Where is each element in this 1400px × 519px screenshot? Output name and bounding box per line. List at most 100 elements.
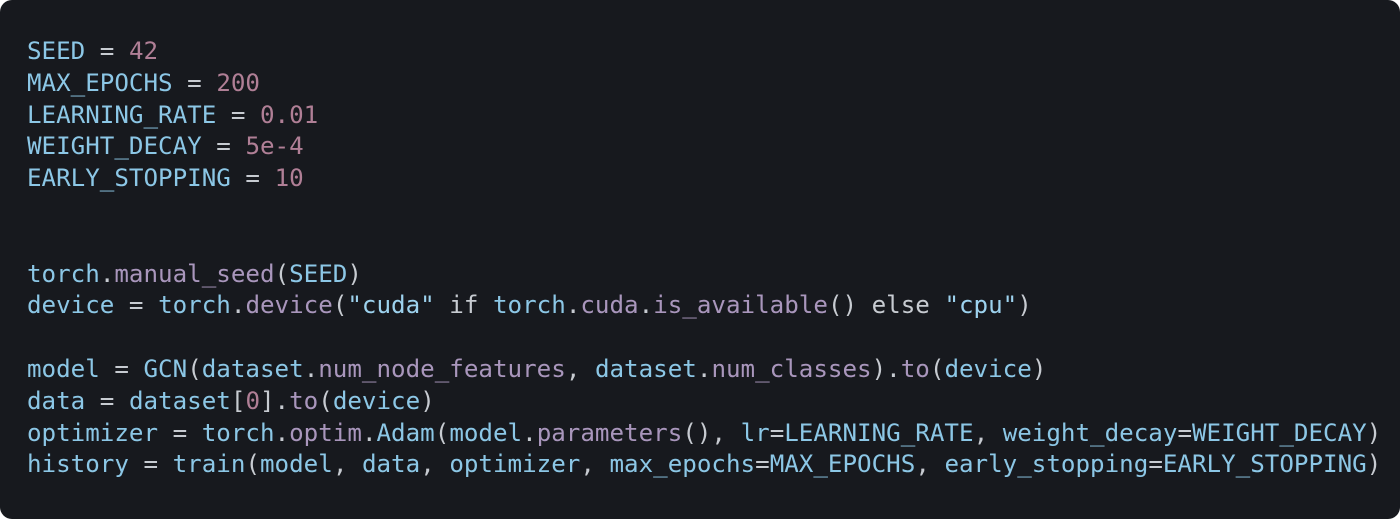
- code-token: torch: [158, 291, 231, 320]
- code-token: =: [230, 164, 275, 193]
- code-line: LEARNING_RATE = 0.01: [27, 100, 1381, 132]
- code-token: =: [1148, 450, 1163, 479]
- code-token: model: [449, 418, 523, 447]
- code-token: device: [944, 354, 1032, 383]
- code-token: parameters: [536, 418, 683, 447]
- code-token: torch: [201, 418, 275, 447]
- code-token: .: [696, 354, 712, 383]
- code-token: max_epochs: [609, 450, 756, 479]
- code-line: data = dataset[0].to(device): [27, 386, 1381, 418]
- code-token: 0.01: [260, 100, 319, 129]
- code-token: EARLY_STOPPING: [1162, 450, 1367, 479]
- code-token: SEED: [27, 37, 86, 65]
- code-token: device: [27, 291, 115, 320]
- code-line: SEED = 42: [27, 36, 1381, 68]
- code-token: (: [434, 418, 450, 447]
- code-token: =: [128, 450, 173, 479]
- code-token: =: [85, 37, 129, 65]
- code-token: device: [332, 386, 421, 415]
- code-token: "cpu": [944, 291, 1018, 320]
- code-line: optimizer = torch.optim.Adam(model.param…: [27, 418, 1381, 450]
- code-token: SEED: [289, 259, 348, 288]
- code-token: to: [289, 386, 319, 415]
- code-token: ): [347, 259, 362, 288]
- code-token: weight_decay: [1002, 418, 1178, 447]
- code-line: EARLY_STOPPING = 10: [27, 163, 1381, 195]
- code-token: dataset: [594, 354, 697, 383]
- code-token: data: [27, 386, 86, 415]
- code-token: (: [332, 291, 348, 320]
- code-token: .: [303, 354, 319, 383]
- code-token: torch: [27, 259, 100, 288]
- code-token: LEARNING_RATE: [784, 418, 974, 447]
- code-token: optimizer: [27, 418, 159, 447]
- code-token: device: [245, 291, 333, 320]
- code-token: 200: [216, 68, 260, 97]
- code-token: MAX_EPOCHS: [27, 68, 173, 97]
- code-token: .: [638, 291, 654, 320]
- code-token: WEIGHT_DECAY: [27, 132, 202, 161]
- code-token: ): [1366, 450, 1382, 479]
- code-token: num_node_features: [318, 354, 566, 383]
- code-token: .: [522, 418, 537, 447]
- code-token: is_available: [653, 291, 828, 320]
- code-block: SEED = 42 MAX_EPOCHS = 200 LEARNING_RATE =…: [27, 36, 1381, 481]
- code-token: lr: [740, 418, 770, 447]
- code-token: (: [318, 386, 333, 415]
- code-token: ): [420, 386, 435, 415]
- code-token: .: [99, 259, 115, 288]
- code-token: WEIGHT_DECAY: [1192, 418, 1367, 447]
- code-token: dataset: [128, 386, 231, 415]
- code-token: .: [274, 418, 290, 447]
- code-token: "cuda": [347, 291, 435, 320]
- code-token: ,: [915, 450, 945, 479]
- code-token: Adam: [376, 418, 435, 447]
- code-token: LEARNING_RATE: [27, 100, 217, 129]
- code-token: (: [929, 354, 945, 383]
- code-token: train: [172, 450, 246, 479]
- code-token: 0: [245, 386, 260, 415]
- code-token: early_stopping: [944, 450, 1149, 479]
- code-token: 5e-4: [245, 132, 304, 161]
- code-token: .: [361, 418, 377, 447]
- code-line: model = GCN(dataset.num_node_features, d…: [27, 354, 1381, 386]
- code-token: MAX_EPOCHS: [769, 450, 916, 479]
- code-token: (: [245, 450, 260, 479]
- code-token: ,: [973, 418, 1003, 447]
- code-token: GCN: [143, 354, 188, 383]
- code-token: ,: [420, 450, 450, 479]
- code-token: model: [260, 450, 333, 479]
- code-token: (: [274, 259, 290, 288]
- code-token: dataset: [201, 354, 304, 383]
- code-token: torch: [493, 291, 566, 320]
- code-line: torch.manual_seed(SEED): [27, 259, 1381, 291]
- code-line: WEIGHT_DECAY = 5e-4: [27, 131, 1381, 163]
- code-token: =: [85, 386, 129, 415]
- code-token: model: [27, 354, 100, 383]
- code-token: ): [1031, 354, 1047, 383]
- code-token: optimizer: [449, 450, 581, 479]
- code-token: =: [172, 68, 217, 97]
- code-token: (),: [682, 418, 741, 447]
- code-token: 10: [274, 164, 304, 193]
- code-token: .: [230, 291, 246, 320]
- code-token: .: [565, 291, 581, 320]
- code-token: manual_seed: [114, 259, 275, 288]
- code-token: EARLY_STOPPING: [27, 164, 231, 193]
- code-token: ,: [580, 450, 610, 479]
- code-token: =: [769, 418, 785, 447]
- code-token: =: [1177, 418, 1192, 447]
- code-token: history: [27, 450, 129, 479]
- code-token: =: [201, 132, 246, 161]
- code-token: () else: [827, 291, 945, 320]
- code-token: to: [900, 354, 930, 383]
- code-line: device = torch.device("cuda" if torch.cu…: [27, 290, 1381, 322]
- code-token: 42: [128, 37, 159, 65]
- code-token: optim: [289, 418, 362, 447]
- code-token: ): [1366, 418, 1382, 447]
- code-line: history = train(model, data, optimizer, …: [27, 449, 1381, 481]
- code-token: [: [230, 386, 246, 415]
